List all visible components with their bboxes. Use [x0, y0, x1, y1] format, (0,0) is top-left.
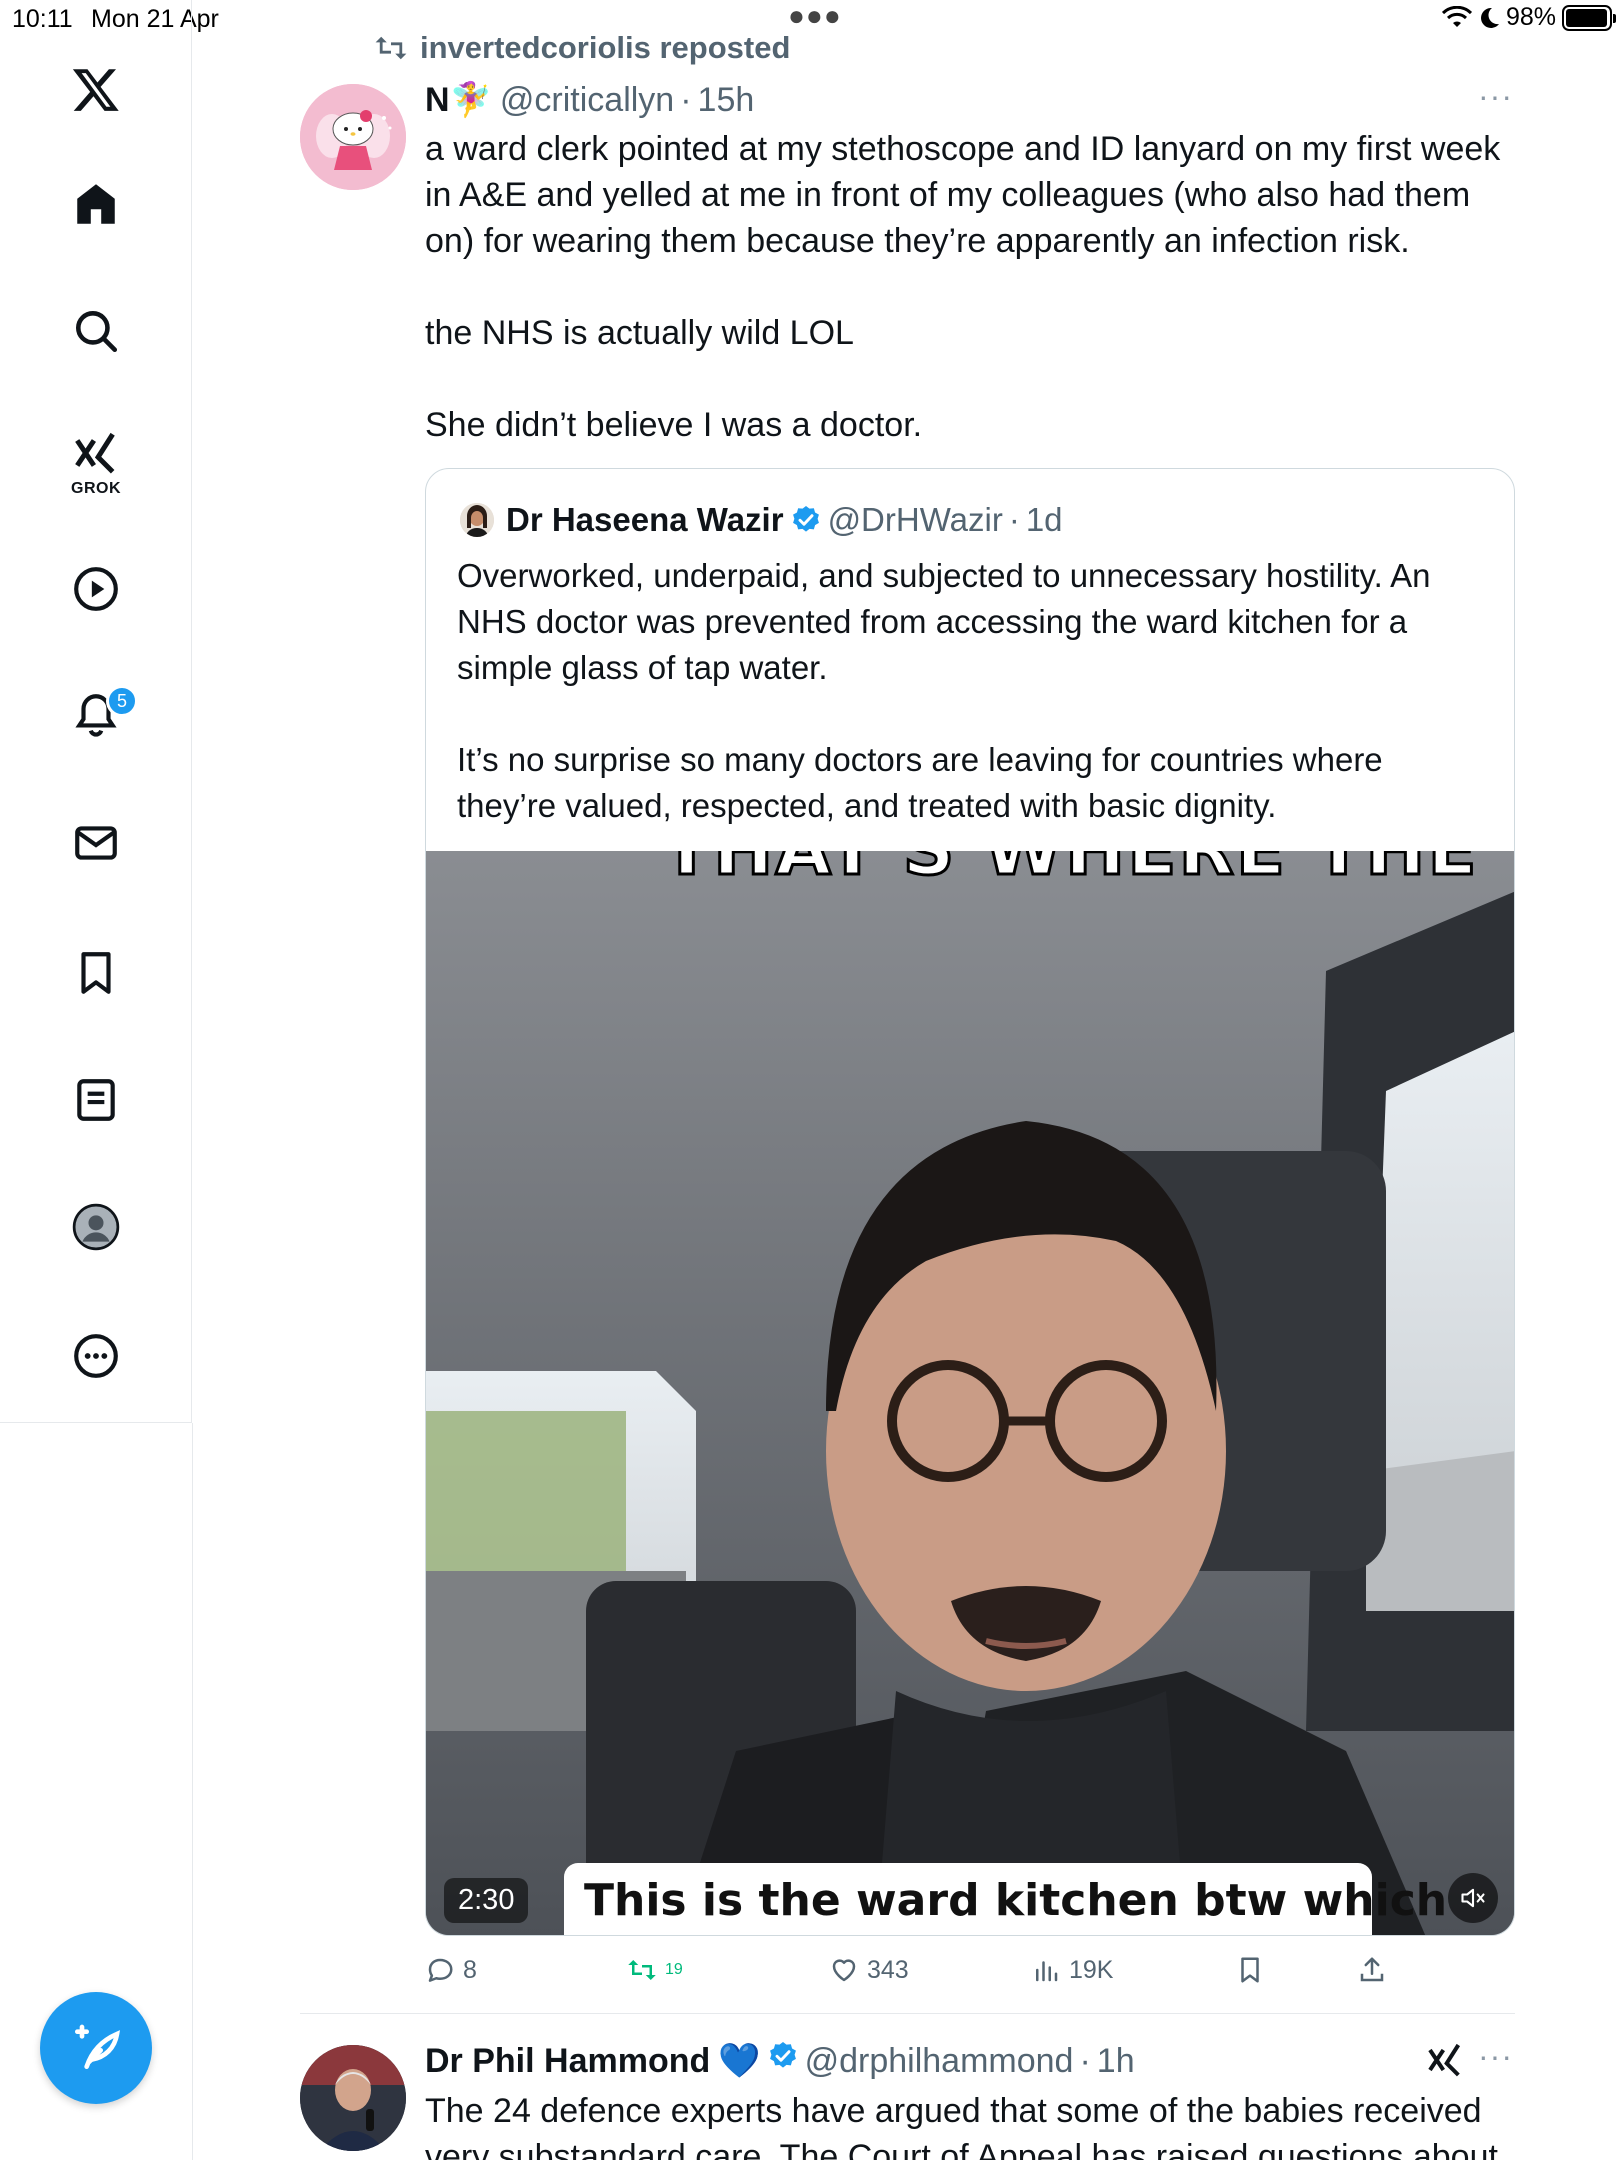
next-tweet-text: The 24 defence experts have argued that … [425, 2088, 1525, 2160]
tweet-text-line: She didn’t believe I was a doctor. [425, 406, 923, 444]
views-button[interactable]: 19K [1031, 1955, 1113, 1985]
grok-icon[interactable] [67, 424, 125, 482]
multitasking-dots-icon[interactable]: ●●● [788, 0, 842, 32]
tweet-text-line: on) for wearing them because they’re app… [425, 222, 1410, 260]
author-name[interactable]: N🧚‍♀️ [425, 80, 492, 120]
reply-button[interactable]: 8 [425, 1955, 477, 1985]
bookmarks-icon[interactable] [67, 944, 125, 1002]
status-indicators: 98% [1441, 3, 1616, 32]
share-button[interactable] [1357, 1955, 1387, 1985]
quoted-text-line: Overworked, underpaid, and subjected to … [457, 557, 1431, 594]
next-tweet-time[interactable]: 1h [1097, 2042, 1135, 2081]
next-author-avatar[interactable] [300, 2045, 406, 2151]
notifications-badge: 5 [106, 685, 138, 717]
moon-icon [1480, 7, 1499, 28]
like-button[interactable]: 343 [829, 1955, 909, 1985]
mute-button[interactable] [1448, 1873, 1498, 1923]
quoted-tweet-text: Overworked, underpaid, and subjected to … [457, 553, 1497, 829]
next-tweet-text-line: very substandard care. The Court of Appe… [425, 2138, 1498, 2160]
video-player[interactable]: THAT'S WHERE THE This is the ward kitche… [426, 851, 1514, 1935]
tweet-text: a ward clerk pointed at my stethoscope a… [425, 126, 1525, 448]
status-bar: 10:11 Mon 21 Apr ●●● 98% [0, 0, 1620, 40]
blue-heart-emoji: 💙 [718, 2042, 761, 2080]
muted-speaker-icon [1461, 1888, 1485, 1908]
battery-percent: 98% [1505, 3, 1556, 31]
author-avatar[interactable] [300, 84, 406, 190]
messages-icon[interactable] [67, 814, 125, 872]
next-author-handle[interactable]: @drphilhammond [805, 2042, 1074, 2081]
quoted-tweet-card[interactable]: Dr Haseena Wazir @DrHWazir · 1d Overwork… [425, 468, 1515, 1936]
profile-icon[interactable] [67, 1198, 125, 1256]
grok-label: GROK [71, 480, 121, 497]
verified-badge-icon [792, 506, 819, 532]
repost-indicator[interactable]: invertedcoriolis reposted [374, 30, 790, 66]
tweet-actions: 8 19 343 19K [425, 1955, 1515, 1999]
bookmark-icon [1241, 1957, 1259, 1983]
author-handle[interactable]: @criticallyn [500, 81, 674, 120]
repost-count: 19 [665, 1961, 683, 1978]
header-separator: · [680, 81, 692, 119]
tweet-text-line: the NHS is actually wild LOL [425, 314, 854, 352]
video-duration: 2:30 [444, 1878, 529, 1923]
video-caption-top: THAT'S WHERE THE [650, 851, 1491, 893]
tweet-more-icon[interactable]: ··· [1478, 78, 1513, 115]
battery-icon [1562, 4, 1616, 31]
tweet-text-line: a ward clerk pointed at my stethoscope a… [425, 130, 1501, 168]
share-icon [1360, 1957, 1384, 1982]
quoted-text-line: they’re valued, respected, and treated w… [457, 787, 1277, 824]
view-count: 19K [1069, 1955, 1114, 1984]
repost-label: invertedcoriolis reposted [420, 30, 791, 65]
quoted-text-line: It’s no surprise so many doctors are lea… [457, 741, 1383, 778]
quoted-author-avatar[interactable] [460, 503, 494, 537]
wifi-icon [1441, 5, 1472, 27]
more-icon[interactable] [67, 1327, 125, 1385]
lists-icon[interactable] [67, 1071, 125, 1129]
tweet-header: N🧚‍♀️ @criticallyn · 15h [425, 80, 754, 120]
search-icon[interactable] [67, 302, 125, 360]
next-tweet-header: Dr Phil Hammond 💙 @drphilhammond · 1h [425, 2040, 1135, 2081]
tweet-divider [300, 2013, 1515, 2014]
hello-kitty-fairy-image [300, 84, 406, 190]
views-chart-icon [1036, 1961, 1058, 1982]
video-frame-image [426, 851, 1514, 1935]
next-author-photo [300, 2045, 406, 2151]
like-count: 343 [867, 1955, 909, 1984]
grok-explain-icon[interactable] [1425, 2040, 1465, 2080]
quoted-author-handle[interactable]: @DrHWazir [828, 501, 1003, 539]
repost-icon [628, 1960, 656, 1980]
quoted-text-line: NHS doctor was prevented from accessing … [457, 603, 1408, 640]
home-icon[interactable] [67, 175, 125, 233]
video-caption-box: This is the ward kitchen btw which [564, 1863, 1447, 1935]
repost-button[interactable]: 19 [627, 1955, 683, 1985]
quoted-tweet-header: Dr Haseena Wazir @DrHWazir · 1d [460, 501, 1063, 539]
quoted-author-name[interactable]: Dr Haseena Wazir [506, 501, 784, 539]
video-icon[interactable] [67, 560, 125, 618]
verified-badge-icon [769, 2042, 796, 2068]
reply-count: 8 [463, 1955, 477, 1984]
compose-feather-icon [75, 2024, 121, 2069]
repost-icon [375, 36, 407, 60]
next-tweet-text-line: The 24 defence experts have argued that … [425, 2092, 1482, 2130]
sidebar-border [192, 1423, 193, 2160]
next-header-separator: · [1079, 2042, 1091, 2080]
next-tweet-more-icon[interactable]: ··· [1478, 2038, 1513, 2075]
battery-level-fill [1566, 8, 1608, 27]
tweet-time[interactable]: 15h [698, 81, 755, 120]
quoted-text-line: simple glass of tap water. [457, 649, 828, 686]
heart-icon [832, 1959, 856, 1982]
x-logo-icon[interactable] [67, 60, 125, 118]
tweet-text-line: in A&E and yelled at me in front of my c… [425, 176, 1471, 214]
next-author-name[interactable]: Dr Phil Hammond [425, 2042, 710, 2081]
compose-post-button[interactable] [40, 1992, 152, 2104]
video-caption-bottom: This is the ward kitchen btw which [584, 1875, 1448, 1926]
sidebar: GROK 5 [0, 0, 192, 1423]
bookmark-button[interactable] [1235, 1955, 1265, 1985]
quoted-header-separator: · [1008, 501, 1020, 538]
reply-icon [428, 1958, 453, 1982]
quoted-tweet-time[interactable]: 1d [1026, 501, 1063, 539]
